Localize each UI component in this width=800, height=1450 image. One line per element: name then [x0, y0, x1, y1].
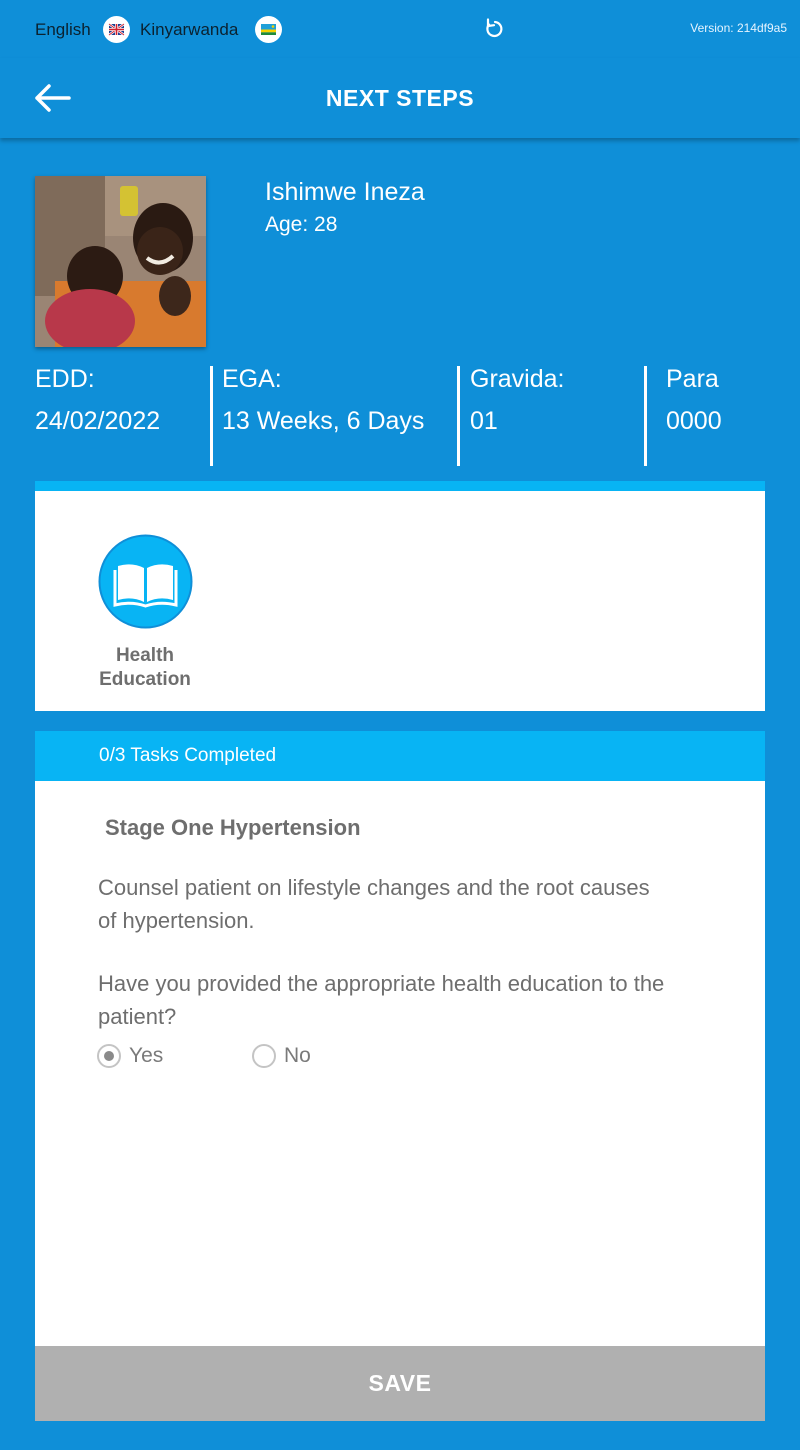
stat-edd: EDD: 24/02/2022 — [35, 365, 160, 436]
app-header: NEXT STEPS — [0, 58, 800, 138]
stat-label: Gravida: — [470, 365, 565, 393]
stat-divider — [457, 366, 460, 466]
stat-label: EGA: — [222, 365, 282, 393]
stat-label: EDD: — [35, 365, 95, 393]
radio-selected-dot — [104, 1051, 114, 1061]
version-label: Version: 214df9a5 — [690, 21, 787, 35]
rwanda-flag-icon[interactable] — [255, 16, 282, 43]
stat-value: 13 Weeks, 6 Days — [222, 407, 425, 435]
category-panel: Health Education — [35, 481, 765, 711]
stat-value: 0000 — [666, 407, 722, 435]
open-book-icon — [98, 534, 193, 629]
language-english-link[interactable]: English — [35, 20, 91, 40]
health-education-button[interactable] — [98, 534, 193, 629]
patient-name: Ishimwe Ineza — [265, 178, 425, 206]
progress-bar: 0/3 Tasks Completed — [35, 731, 765, 781]
stat-divider — [210, 366, 213, 466]
stat-gravida: Gravida: 01 — [470, 365, 564, 436]
stat-label: Para — [666, 365, 719, 393]
stat-ega: EGA: 13 Weeks, 6 Days — [222, 365, 424, 436]
save-button[interactable]: SAVE — [35, 1346, 765, 1421]
radio-circle[interactable] — [97, 1044, 121, 1068]
task-title: Stage One Hypertension — [105, 815, 361, 840]
page-title: NEXT STEPS — [325, 85, 475, 111]
patient-photo — [35, 176, 206, 347]
stat-divider — [644, 366, 647, 466]
progress-text: 0/3 Tasks Completed — [99, 745, 277, 766]
task-question: Have you provided the appropriate health… — [98, 971, 665, 1029]
task-panel: Stage One Hypertension Counsel patient o… — [35, 781, 765, 1346]
top-bar: English Kinyarwanda Version: 214df9a5 — [0, 0, 800, 58]
stat-value: 01 — [470, 407, 498, 435]
radio-no-label[interactable]: No — [284, 1044, 311, 1068]
task-description: Counsel patient on lifestyle changes and… — [98, 875, 650, 933]
stat-value: 24/02/2022 — [35, 407, 161, 435]
language-kinyarwanda-link[interactable]: Kinyarwanda — [140, 20, 238, 40]
radio-yes-label[interactable]: Yes — [129, 1044, 163, 1068]
refresh-icon[interactable] — [484, 18, 506, 40]
patient-age: Age: 28 — [265, 213, 338, 236]
stat-para: Para 0000 — [666, 365, 722, 436]
health-education-label: Health Education — [99, 645, 191, 690]
uk-flag-icon[interactable] — [103, 16, 130, 43]
radio-circle[interactable] — [252, 1044, 276, 1068]
